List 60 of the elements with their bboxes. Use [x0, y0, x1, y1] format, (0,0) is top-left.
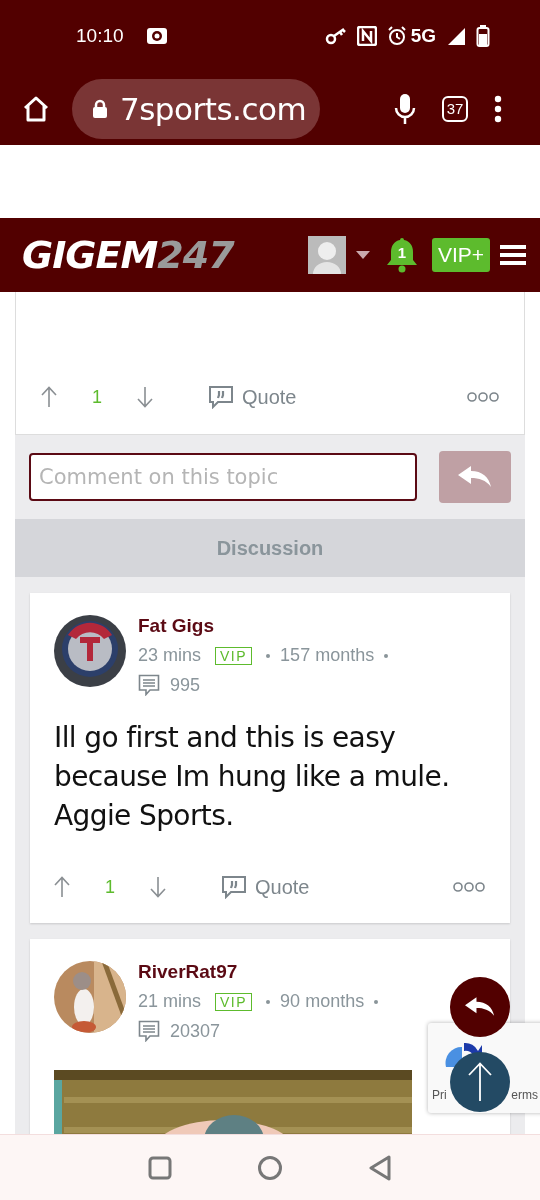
section-header: Discussion	[15, 519, 525, 577]
member-tenure: 157 months	[280, 645, 375, 666]
vip-badge: VIP	[215, 646, 253, 665]
member-tenure: 90 months	[280, 991, 365, 1012]
recent-apps-icon[interactable]	[147, 1155, 172, 1180]
up-arrow-icon	[468, 1062, 492, 1102]
comment-count: 995	[170, 674, 201, 696]
comment-field[interactable]: Comment on this topic	[29, 453, 417, 501]
network-label: 5G	[410, 25, 436, 47]
microphone-icon[interactable]	[394, 92, 416, 125]
site-logo[interactable]: GIGEM247	[22, 233, 234, 277]
screen-record-icon	[145, 27, 168, 45]
address-bar[interactable]: 7sports.com	[72, 78, 321, 139]
battery-icon	[476, 25, 490, 47]
dropdown-caret-icon[interactable]	[355, 251, 370, 259]
dot-separator-icon	[384, 653, 389, 658]
author-name[interactable]: RiverRat97	[138, 961, 379, 983]
downvote-arrow-icon[interactable]	[150, 876, 166, 898]
quote-icon	[221, 875, 247, 899]
reply-arrow-icon	[458, 466, 492, 488]
more-options-icon[interactable]	[453, 881, 485, 893]
comments-icon	[138, 674, 160, 696]
user-avatar-icon[interactable]	[307, 236, 346, 274]
url-text: 7sports.com	[120, 90, 307, 127]
vote-count: 1	[104, 876, 116, 898]
comment-count: 20307	[170, 1020, 221, 1042]
vote-count: 1	[91, 386, 103, 408]
home-icon[interactable]	[22, 94, 50, 123]
tab-count-button[interactable]: 37	[442, 95, 468, 122]
author-name[interactable]: Fat Gigs	[138, 615, 389, 637]
signal-icon	[446, 26, 466, 46]
quote-icon	[208, 385, 234, 409]
notification-count: 1	[396, 244, 408, 261]
quote-button[interactable]: Quote	[221, 875, 310, 899]
back-icon[interactable]	[368, 1154, 393, 1181]
more-options-icon[interactable]	[467, 391, 499, 403]
post-text: Ill go first and this is easy because Im hung like a mule. Aggie Sports.	[54, 720, 451, 834]
upvote-arrow-icon[interactable]	[41, 386, 57, 408]
reply-arrow-icon	[465, 997, 495, 1017]
comments-icon	[138, 1020, 160, 1042]
post-time: 23 mins	[138, 645, 202, 666]
status-time: 10:10	[76, 25, 124, 47]
send-reply-button[interactable]	[439, 451, 511, 503]
privacy-link[interactable]: Pri	[432, 1088, 447, 1102]
lock-icon	[92, 98, 108, 119]
dot-separator-icon	[266, 999, 271, 1004]
dot-separator-icon	[374, 999, 379, 1004]
post-time: 21 mins	[138, 991, 202, 1012]
dot-separator-icon	[266, 653, 271, 658]
home-button-icon[interactable]	[257, 1154, 283, 1181]
terms-link[interactable]: erms	[511, 1088, 538, 1102]
menu-icon[interactable]	[500, 244, 526, 266]
more-menu-icon[interactable]	[494, 94, 502, 123]
vip-badge: VIP	[215, 992, 253, 1011]
upvote-arrow-icon[interactable]	[54, 876, 70, 898]
quote-button[interactable]: Quote	[208, 385, 297, 409]
nfc-icon	[356, 26, 377, 46]
key-icon	[324, 27, 347, 45]
alarm-icon	[386, 26, 407, 46]
downvote-arrow-icon[interactable]	[137, 386, 153, 408]
